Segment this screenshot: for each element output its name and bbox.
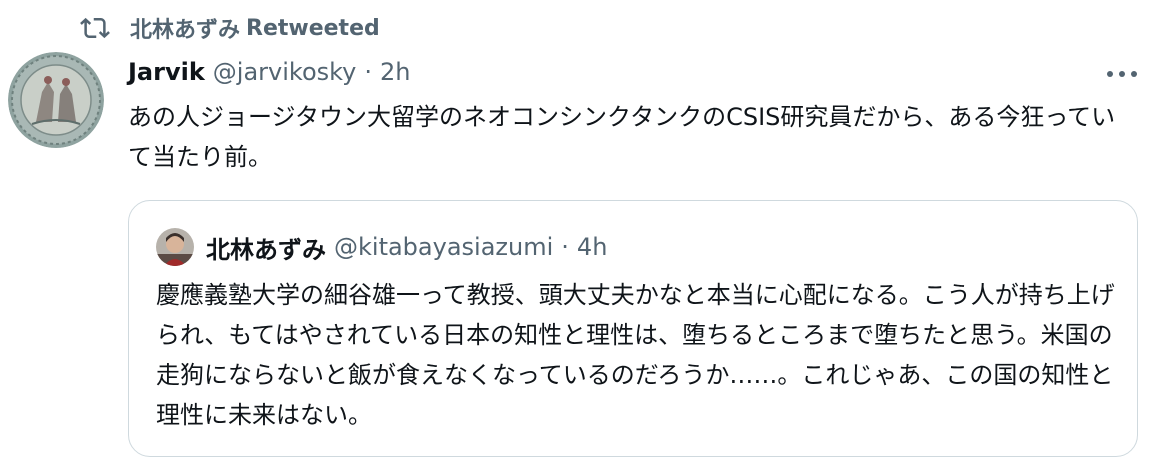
retweet-context: 北林あずみ Retweeted xyxy=(80,8,380,48)
quote-display-name[interactable]: 北林あずみ xyxy=(206,230,326,265)
tweet[interactable]: 北林あずみ Retweeted Jarvik @jarvikosky · 2h … xyxy=(0,0,1169,464)
more-icon xyxy=(1107,71,1137,77)
more-options-button[interactable] xyxy=(1100,60,1144,88)
quoted-tweet[interactable]: 北林あずみ @kitabayasiazumi · 4h 慶應義塾大学の細谷雄一っ… xyxy=(128,200,1138,457)
user-handle[interactable]: @jarvikosky xyxy=(213,58,357,86)
tweet-header: Jarvik @jarvikosky · 2h xyxy=(128,54,411,90)
tweet-text: あの人ジョージタウン大留学のネオコンシンクタンクのCSIS研究員だから、ある今狂… xyxy=(128,103,1116,171)
avatar[interactable] xyxy=(8,52,104,148)
display-name[interactable]: Jarvik xyxy=(128,58,205,86)
retweeter-name[interactable]: 北林あずみ xyxy=(130,12,240,44)
quote-header: 北林あずみ @kitabayasiazumi · 4h xyxy=(156,227,607,267)
retweet-icon xyxy=(80,17,110,39)
retweeted-label: Retweeted xyxy=(246,15,380,41)
quote-timestamp[interactable]: 4h xyxy=(577,233,607,261)
tweet-timestamp[interactable]: 2h xyxy=(380,58,410,86)
quote-text: 慶應義塾大学の細谷雄一って教授、頭大丈夫かなと本当に心配になる。こう人が持ち上げ… xyxy=(156,281,1115,429)
quote-avatar[interactable] xyxy=(156,228,194,266)
separator-dot: · xyxy=(364,58,373,86)
quote-user-handle[interactable]: @kitabayasiazumi xyxy=(334,233,553,261)
quote-separator-dot: · xyxy=(561,233,569,261)
